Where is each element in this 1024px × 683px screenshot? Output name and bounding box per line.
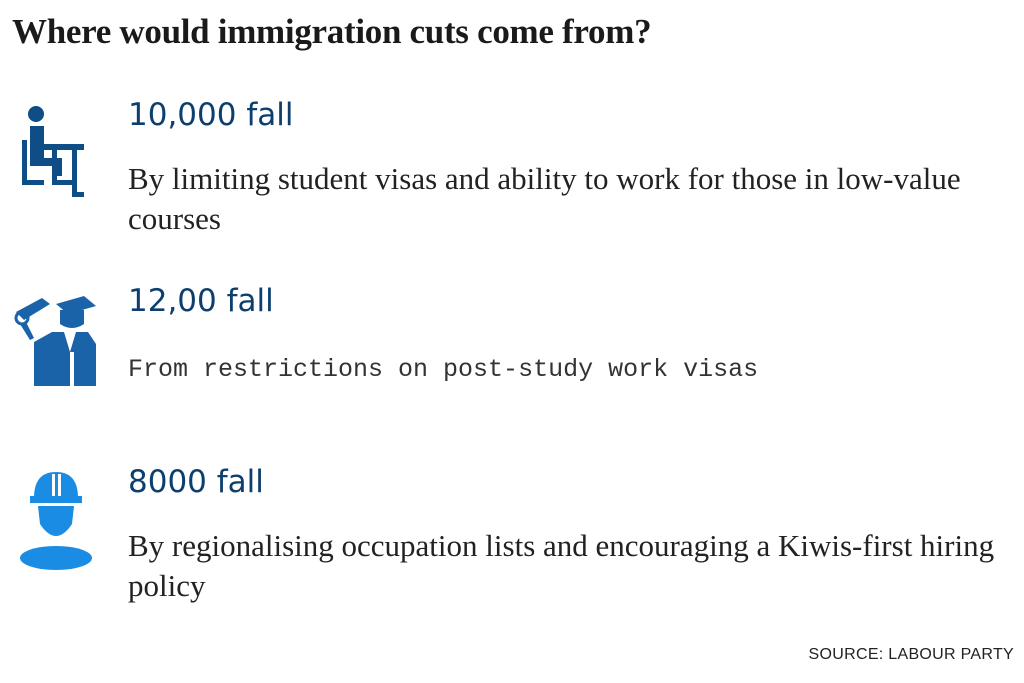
graduate-diploma-icon	[14, 296, 96, 386]
construction-worker-icon	[20, 472, 92, 570]
item-description: From restrictions on post-study work vis…	[128, 355, 759, 384]
source-note: SOURCE: LABOUR PARTY	[808, 646, 1014, 663]
item-headline: 8000 fall	[128, 464, 264, 500]
item-headline: 10,000 fall	[128, 97, 294, 133]
student-at-desk-icon	[22, 106, 84, 197]
item-description: By limiting student visas and ability to…	[128, 161, 961, 236]
item-description: By regionalising occupation lists and en…	[128, 528, 995, 603]
page-title: Where would immigration cuts come from?	[12, 12, 652, 51]
item-headline: 12,00 fall	[128, 283, 274, 319]
